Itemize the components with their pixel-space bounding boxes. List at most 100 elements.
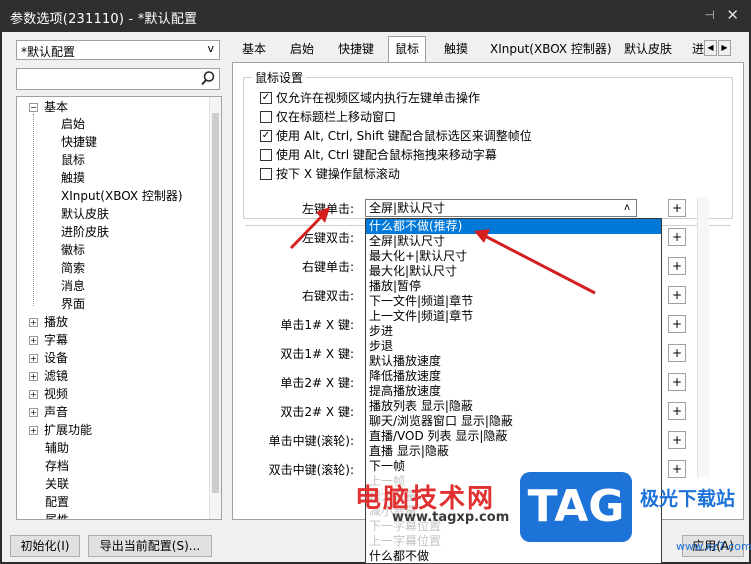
dropdown-item[interactable]: 直播/VOD 列表 显示|隐蔽 (366, 429, 661, 444)
dropdown-item-selected[interactable]: 什么都不做(推荐) (366, 219, 661, 234)
init-button[interactable]: 初始化(I) (10, 535, 80, 557)
expand-icon[interactable]: + (29, 408, 38, 417)
expand-icon[interactable]: + (29, 390, 38, 399)
dropdown-item[interactable]: 步进 (366, 324, 661, 339)
tree-item-plain[interactable]: 关联 (45, 476, 69, 493)
mouse-option-row[interactable]: 按下 X 键操作鼠标滚动 (260, 166, 400, 183)
dropdown-item[interactable]: 降低播放速度 (366, 369, 661, 384)
add-action-button[interactable]: + (668, 431, 686, 449)
dropdown-item[interactable]: 提高播放速度 (366, 384, 661, 399)
pin-icon[interactable]: ⊣ (705, 8, 715, 22)
tree-item-basic-child[interactable]: 进阶皮肤 (61, 224, 109, 241)
actions-scrollbar[interactable] (697, 197, 709, 477)
expand-icon[interactable]: + (29, 426, 38, 435)
tab-hotkeys[interactable]: 快捷键 (332, 38, 380, 60)
expand-icon[interactable]: + (29, 354, 38, 363)
tree-item-basic-child[interactable]: 启始 (61, 116, 85, 133)
tab-mouse[interactable]: 鼠标 (388, 36, 427, 62)
tree-item-plain[interactable]: 属性 (45, 512, 69, 519)
tab-touch[interactable]: 触摸 (438, 38, 474, 60)
dropdown-item[interactable]: 最大化+|默认尺寸 (366, 249, 661, 264)
dropdown-item[interactable]: 最大化|默认尺寸 (366, 264, 661, 279)
tree-item-basic-child[interactable]: 快捷键 (61, 134, 97, 151)
search-input[interactable] (16, 68, 220, 90)
profile-select-value: *默认配置 (21, 45, 76, 59)
add-action-button[interactable]: + (668, 199, 686, 217)
options-tree[interactable]: − 基本 启始 快捷键 鼠标 触摸 XInput(XBOX 控制器) 默认皮肤 进阶皮肤 徽标简… (16, 96, 222, 520)
collapse-icon[interactable]: − (29, 103, 38, 112)
tree-item-basic-child[interactable]: 触摸 (61, 170, 85, 187)
tab-scroll-left-icon[interactable]: ◀ (704, 40, 717, 56)
checkbox-label: 仅在标题栏上移动窗口 (276, 110, 397, 124)
tree-item-group[interactable]: + 设备 (29, 350, 68, 367)
dropdown-item[interactable]: 什么都不做 (366, 549, 661, 563)
export-config-button[interactable]: 导出当前配置(S)... (88, 535, 212, 557)
tag-logo: TAG (520, 472, 632, 542)
tree-item-basic-child[interactable]: 界面 (61, 296, 85, 313)
dropdown-item[interactable]: 聊天/浏览器窗口 显示|隐蔽 (366, 414, 661, 429)
mouse-option-row[interactable]: 使用 Alt, Ctrl 键配合鼠标拖拽来移动字幕 (260, 147, 497, 164)
checkbox[interactable] (260, 167, 272, 180)
tree-item-plain[interactable]: 存档 (45, 458, 69, 475)
dropdown-item[interactable]: 上一文件|频道|章节 (366, 309, 661, 324)
dropdown-item[interactable]: 直播 显示|隐蔽 (366, 444, 661, 459)
tree-item-plain[interactable]: 辅助 (45, 440, 69, 457)
dropdown-item[interactable]: 步退 (366, 339, 661, 354)
logo-cn-text: 极光下载站 (640, 488, 736, 510)
dropdown-item[interactable]: 播放列表 显示|隐蔽 (366, 399, 661, 414)
mouse-option-row[interactable]: ✓ 仅允许在视频区域内执行左键单击操作 (260, 90, 480, 107)
add-action-button[interactable]: + (668, 315, 686, 333)
action-label: 左键双击: (301, 231, 354, 245)
expand-icon[interactable]: + (29, 318, 38, 327)
tree-item-basic-child[interactable]: 简索 (61, 260, 85, 277)
tree-item-plain[interactable]: 配置 (45, 494, 69, 511)
tree-item-group[interactable]: + 播放 (29, 314, 68, 331)
tab-basic[interactable]: 基本 (236, 38, 272, 60)
add-action-button[interactable]: + (668, 373, 686, 391)
dropdown-item[interactable]: 下一文件|频道|章节 (366, 294, 661, 309)
dropdown-item[interactable]: 播放|暂停 (366, 279, 661, 294)
add-action-button[interactable]: + (668, 460, 686, 478)
tree-item-group[interactable]: + 声音 (29, 404, 68, 421)
profile-select[interactable]: *默认配置 v (16, 40, 220, 60)
dropdown-item[interactable]: 全屏|默认尺寸 (366, 234, 661, 249)
tab-scroll-right-icon[interactable]: ▶ (718, 40, 731, 56)
title-bar: 参数选项(231110) - *默认配置 ⊣ ✕ (0, 0, 751, 32)
add-action-button[interactable]: + (668, 402, 686, 420)
tree-item-group[interactable]: + 字幕 (29, 332, 68, 349)
checkbox[interactable] (260, 110, 272, 123)
tree-scrollbar[interactable] (209, 97, 221, 519)
action-label: 单击中键(滚轮): (268, 434, 354, 448)
expand-icon[interactable]: + (29, 372, 38, 381)
close-icon[interactable]: ✕ (726, 6, 739, 24)
mouse-option-row[interactable]: ✓ 使用 Alt, Ctrl, Shift 键配合鼠标选区来调整帧位 (260, 128, 532, 145)
checkbox[interactable] (260, 148, 272, 161)
tree-item-group[interactable]: + 滤镜 (29, 368, 68, 385)
tree-item-basic-child[interactable]: 默认皮肤 (61, 206, 109, 223)
checkbox[interactable]: ✓ (260, 91, 272, 104)
tab-default-skin[interactable]: 默认皮肤 (618, 38, 678, 60)
tree-item-basic-child[interactable]: 徽标 (61, 242, 85, 259)
chevron-up-icon[interactable]: ʌ (624, 200, 630, 216)
add-action-button[interactable]: + (668, 257, 686, 275)
scrollbar-thumb[interactable] (212, 113, 219, 493)
search-icon[interactable] (200, 70, 216, 90)
tree-item-group[interactable]: + 视频 (29, 386, 68, 403)
expand-icon[interactable]: + (29, 336, 38, 345)
tree-item-basic-child[interactable]: XInput(XBOX 控制器) (61, 188, 183, 205)
add-action-button[interactable]: + (668, 286, 686, 304)
chevron-down-icon[interactable]: v (207, 42, 214, 55)
action-label: 右键单击: (301, 260, 354, 274)
tree-item-basic-child[interactable]: 鼠标 (61, 152, 85, 169)
add-action-button[interactable]: + (668, 228, 686, 246)
tree-item-basic[interactable]: − 基本 (29, 99, 68, 116)
tree-item-group[interactable]: + 扩展功能 (29, 422, 92, 439)
checkbox[interactable]: ✓ (260, 129, 272, 142)
dropdown-item[interactable]: 默认播放速度 (366, 354, 661, 369)
tree-item-basic-child[interactable]: 消息 (61, 278, 85, 295)
tab-startup[interactable]: 启始 (284, 38, 320, 60)
tab-xinput[interactable]: XInput(XBOX 控制器) (484, 38, 618, 60)
mouse-option-row[interactable]: 仅在标题栏上移动窗口 (260, 109, 396, 126)
left-click-action-select[interactable]: 全屏|默认尺寸 ʌ (365, 199, 637, 217)
add-action-button[interactable]: + (668, 344, 686, 362)
